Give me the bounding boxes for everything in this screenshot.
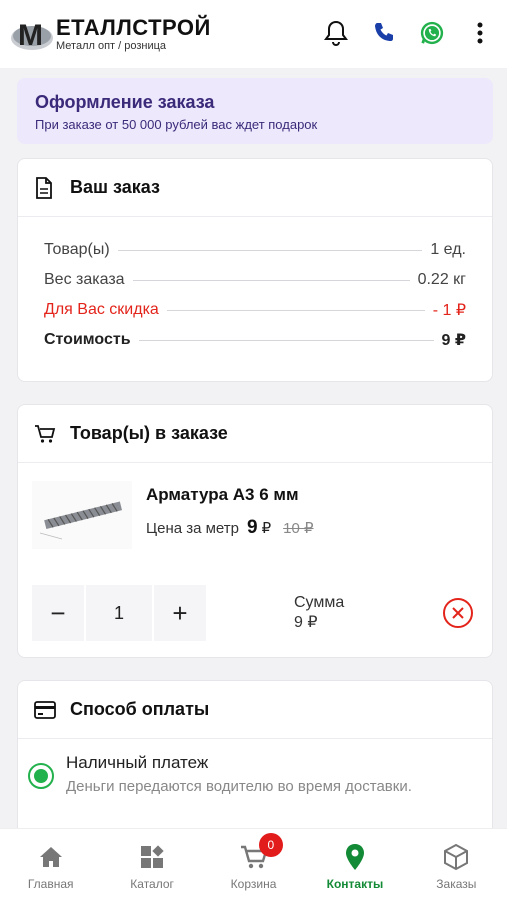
sum-label: Сумма (294, 594, 345, 611)
price-label: Цена за метр (146, 520, 239, 537)
remove-item-icon[interactable] (442, 597, 474, 629)
catalog-icon (138, 843, 166, 871)
cart-badge: 0 (258, 833, 283, 857)
logo[interactable]: M ЕТАЛЛСТРОЙ Металл опт / розница (10, 14, 211, 54)
order-items-card: Товар(ы) в заказе Арматура А3 6 мм Цена … (17, 404, 493, 658)
decrease-button[interactable]: − (32, 585, 84, 641)
summary-row-discount: Для Вас скидка - 1 ₽ (44, 301, 466, 319)
price-currency: ₽ (261, 520, 272, 537)
box-icon (442, 843, 470, 871)
bottom-navigation: Главная Каталог 0 Корзина Контакты Заказ… (0, 828, 507, 900)
phone-icon[interactable] (371, 20, 397, 46)
app-header: M ЕТАЛЛСТРОЙ Металл опт / розница (0, 0, 507, 68)
bell-icon[interactable] (323, 20, 349, 46)
price-current: 9 (247, 517, 258, 538)
whatsapp-icon[interactable] (419, 20, 445, 46)
payment-option-title: Наличный платеж (66, 753, 209, 772)
order-items-title: Товар(ы) в заказе (70, 423, 228, 443)
payment-option-cash[interactable]: Наличный платеж Деньги передаются водите… (18, 739, 492, 810)
summary-row-weight: Вес заказа 0.22 кг (44, 271, 466, 288)
document-icon (34, 176, 56, 199)
promo-title: Оформление заказа (35, 92, 215, 112)
quantity-stepper: − 1 + (32, 585, 206, 641)
item-sum: Сумма 9 ₽ (294, 593, 344, 633)
nav-item-home[interactable]: Главная (0, 829, 101, 900)
logo-title: ЕТАЛЛСТРОЙ (56, 14, 211, 40)
product-image[interactable] (32, 481, 132, 549)
order-summary-card: Ваш заказ Товар(ы) 1 ед. Вес заказа 0.22 к… (17, 158, 493, 382)
home-icon (37, 843, 65, 871)
promo-subtitle: При заказе от 50 000 рублей вас ждет под… (35, 117, 318, 132)
price-old: 10 ₽ (283, 520, 314, 537)
product-name[interactable]: Арматура А3 6 мм (146, 485, 314, 505)
logo-subtitle: Металл опт / розница (56, 39, 167, 52)
payment-radio[interactable] (28, 763, 54, 789)
summary-row-items: Товар(ы) 1 ед. (44, 241, 466, 258)
payment-method-title: Способ оплаты (70, 699, 210, 719)
payment-method-card: Способ оплаты Наличный платеж Деньги пер… (17, 680, 493, 840)
summary-row-total: Стоимость 9 ₽ (44, 331, 466, 349)
svg-text:M: M (18, 19, 43, 52)
nav-item-orders[interactable]: Заказы (406, 829, 507, 900)
payment-option-desc: Деньги передаются водителю во время дост… (66, 778, 412, 795)
more-vertical-icon[interactable] (467, 20, 493, 46)
quantity-value[interactable]: 1 (86, 585, 152, 641)
cart-icon (34, 423, 56, 445)
promo-banner: Оформление заказа При заказе от 50 000 р… (17, 78, 493, 144)
increase-button[interactable]: + (154, 585, 206, 641)
sum-value: 9 ₽ (294, 614, 318, 631)
nav-item-contacts[interactable]: Контакты (304, 829, 405, 900)
nav-item-catalog[interactable]: Каталог (101, 829, 202, 900)
logo-mark-icon: M (10, 14, 60, 54)
location-pin-icon (341, 843, 369, 871)
credit-card-icon (34, 699, 56, 721)
order-summary-title: Ваш заказ (70, 177, 160, 197)
nav-item-cart[interactable]: 0 Корзина (203, 829, 304, 900)
list-item: Арматура А3 6 мм Цена за метр 9 ₽ 10 ₽ (18, 463, 492, 575)
